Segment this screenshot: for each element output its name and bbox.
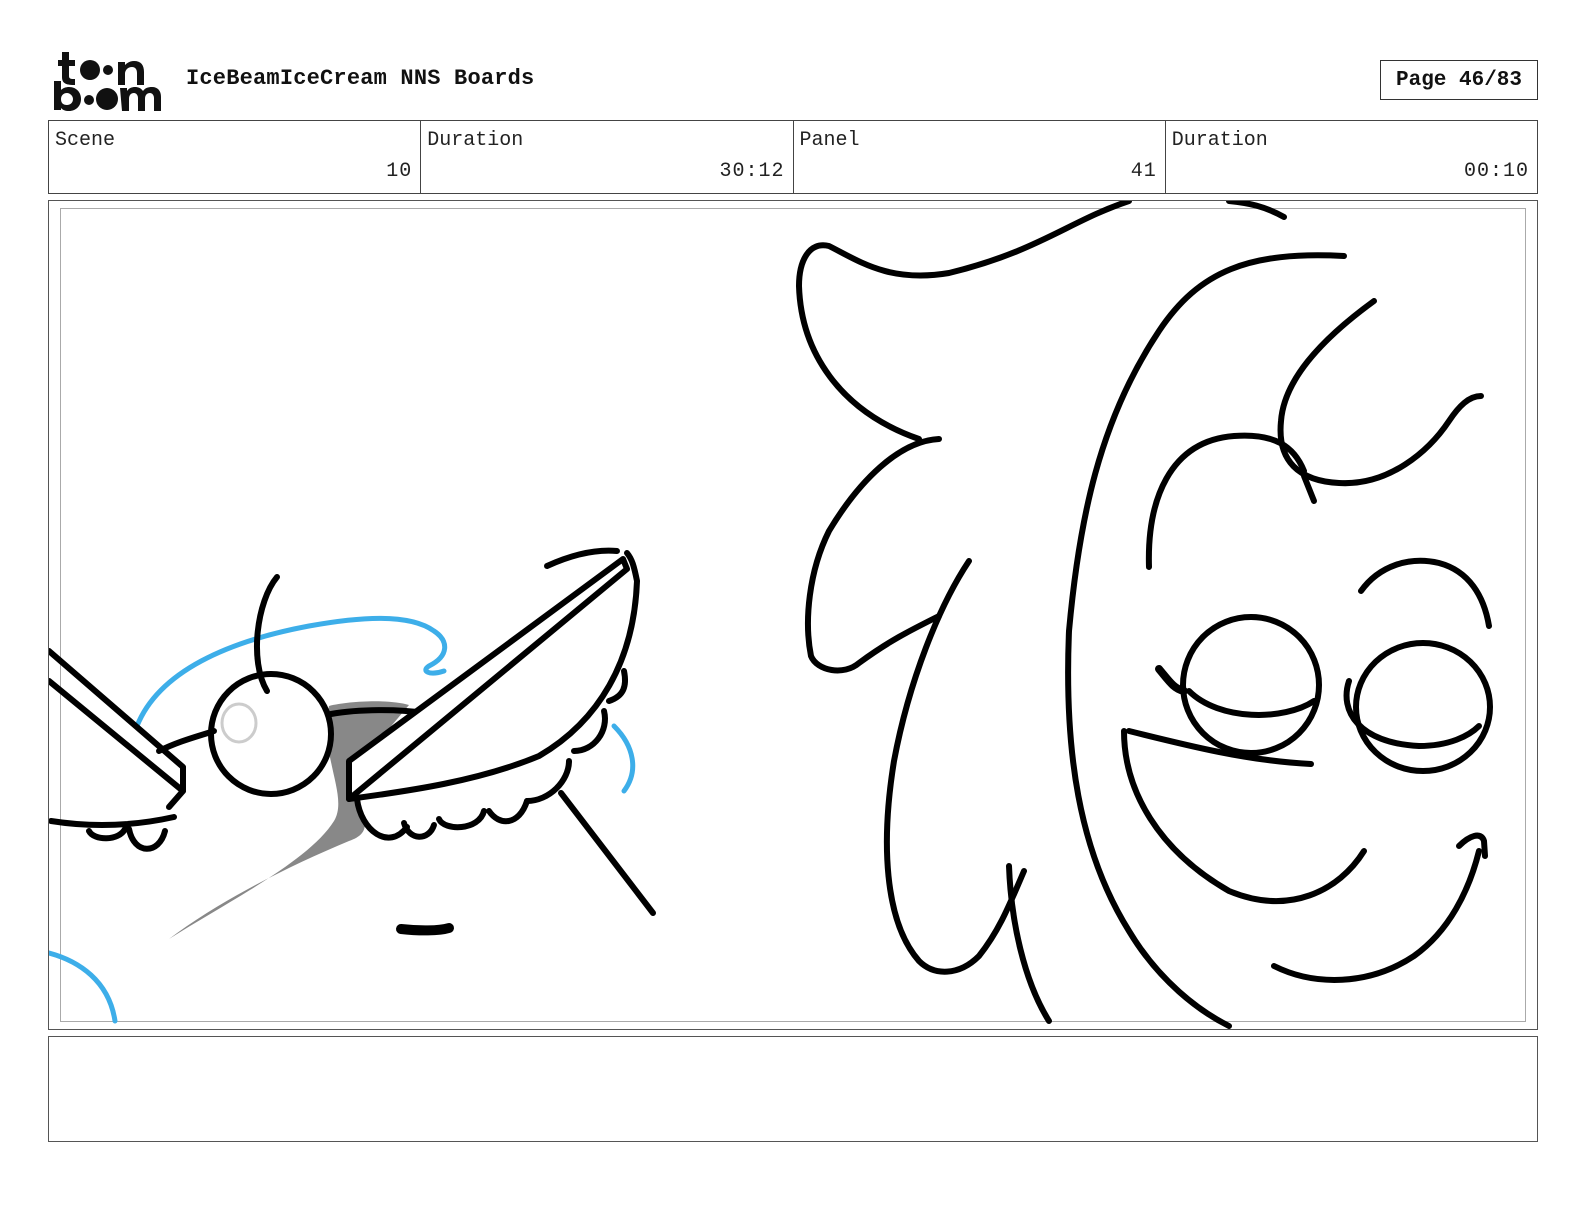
panel-cell: Panel 41 (794, 121, 1166, 193)
scene-label: Scene (55, 129, 116, 152)
panel-notes (48, 1036, 1538, 1142)
scene-duration-label: Duration (427, 129, 524, 152)
girl-character (796, 201, 1493, 1029)
scene-cell: Scene 10 (49, 121, 422, 193)
scene-duration-cell: Duration 30:12 (421, 121, 794, 193)
panel-duration-value: 00:10 (1463, 160, 1529, 183)
scene-duration-value: 30:12 (719, 160, 785, 183)
panel-duration-cell: Duration 00:10 (1166, 121, 1537, 193)
panel-duration-label: Duration (1171, 129, 1268, 152)
page-indicator: Page 46/83 (1380, 60, 1538, 100)
storyboard-panel (48, 200, 1538, 1030)
page-indicator-label: Page 46/83 (1395, 68, 1523, 92)
scene-value: 10 (386, 160, 413, 183)
panel-value: 41 (1130, 160, 1157, 183)
panel-info-table: Scene 10 Duration 30:12 Panel 41 Duratio… (48, 120, 1538, 194)
panel-drawing (49, 201, 1493, 1029)
toon-boom-logo (54, 52, 161, 111)
document-title: IceBeamIceCream NNS Boards (186, 66, 535, 91)
panel-label: Panel (799, 129, 860, 152)
